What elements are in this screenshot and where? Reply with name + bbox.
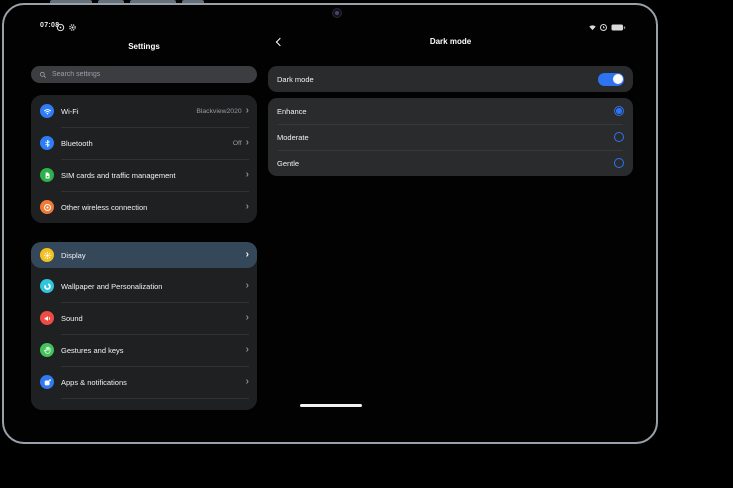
dark-mode-toggle-row[interactable]: Dark mode: [268, 66, 633, 92]
sidebar-item-display[interactable]: Display ›: [31, 242, 257, 268]
sidebar-item-sim-cards[interactable]: SIM cards and traffic management ›: [31, 159, 257, 191]
screenshot-stage: 07:08 Settings: [0, 0, 733, 488]
sound-icon: [40, 311, 54, 325]
option-label: Enhance: [277, 107, 307, 116]
chevron-right-icon: ›: [246, 313, 249, 323]
sidebar-item-label: Bluetooth: [61, 139, 93, 148]
tablet-frame: 07:08 Settings: [2, 3, 658, 444]
chevron-right-icon: ›: [246, 138, 249, 148]
sidebar-item-label: Wi-Fi: [61, 107, 79, 116]
chevron-right-icon: ›: [246, 281, 249, 291]
option-gentle[interactable]: Gentle: [268, 150, 633, 176]
chevron-right-icon: ›: [246, 250, 249, 260]
sidebar-item-value: Blackview2020: [196, 108, 241, 115]
chevron-right-icon: ›: [246, 170, 249, 180]
page-title: Settings: [31, 42, 257, 51]
apps-icon: [40, 375, 54, 389]
sidebar-item-label: Sound: [61, 314, 83, 323]
divider: [61, 398, 249, 399]
sidebar-item-value: Off: [233, 140, 242, 147]
bluetooth-icon: [40, 136, 54, 150]
option-label: Moderate: [277, 133, 309, 142]
wireless-icon: [40, 200, 54, 214]
chevron-right-icon: ›: [246, 377, 249, 387]
radio-icon[interactable]: [614, 132, 624, 142]
sidebar-item-label: Wallpaper and Personalization: [61, 282, 162, 291]
display-icon: [40, 248, 54, 262]
sidebar-item-gestures[interactable]: Gestures and keys ›: [31, 334, 257, 366]
detail-header: Dark mode: [268, 35, 633, 50]
sidebar-item-apps[interactable]: Apps & notifications ›: [31, 366, 257, 398]
chevron-right-icon: ›: [246, 106, 249, 116]
search-icon: [39, 66, 47, 84]
wifi-icon: [40, 104, 54, 118]
settings-sidebar: Settings Wi-Fi Blackview2020: [31, 5, 257, 441]
search-input[interactable]: [52, 71, 249, 78]
radio-selected-icon[interactable]: [614, 106, 624, 116]
wallpaper-icon: [40, 279, 54, 293]
sidebar-item-label: Other wireless connection: [61, 203, 147, 212]
chevron-right-icon: ›: [246, 345, 249, 355]
sidebar-item-sound[interactable]: Sound ›: [31, 302, 257, 334]
gestures-icon: [40, 343, 54, 357]
sidebar-item-label: SIM cards and traffic management: [61, 171, 176, 180]
settings-group-network: Wi-Fi Blackview2020 › Bluetooth Off ›: [31, 95, 257, 223]
dark-mode-panel: Dark mode Dark mode Enhance Moderat: [268, 5, 633, 441]
sidebar-item-other-wireless[interactable]: Other wireless connection ›: [31, 191, 257, 223]
sidebar-item-label: Display: [61, 251, 86, 260]
toggle-row-label: Dark mode: [277, 75, 314, 84]
sim-card-icon: [40, 168, 54, 182]
option-enhance[interactable]: Enhance: [268, 98, 633, 124]
toggle-knob: [613, 74, 623, 84]
sidebar-item-label: Apps & notifications: [61, 378, 127, 387]
radio-icon[interactable]: [614, 158, 624, 168]
sidebar-item-wifi[interactable]: Wi-Fi Blackview2020 ›: [31, 95, 257, 127]
sidebar-item-label: Gestures and keys: [61, 346, 124, 355]
sidebar-item-wallpaper[interactable]: Wallpaper and Personalization ›: [31, 270, 257, 302]
home-indicator[interactable]: [300, 404, 362, 407]
option-label: Gentle: [277, 159, 299, 168]
settings-group-device: Display › Wallpaper and Personalization …: [31, 242, 257, 410]
sidebar-item-bluetooth[interactable]: Bluetooth Off ›: [31, 127, 257, 159]
dark-mode-options-card: Enhance Moderate Gentle: [268, 98, 633, 176]
option-moderate[interactable]: Moderate: [268, 124, 633, 150]
dark-mode-toggle[interactable]: [598, 73, 624, 86]
chevron-right-icon: ›: [246, 202, 249, 212]
detail-title: Dark mode: [268, 37, 633, 46]
search-bar[interactable]: [31, 66, 257, 83]
screen: 07:08 Settings: [4, 5, 656, 442]
